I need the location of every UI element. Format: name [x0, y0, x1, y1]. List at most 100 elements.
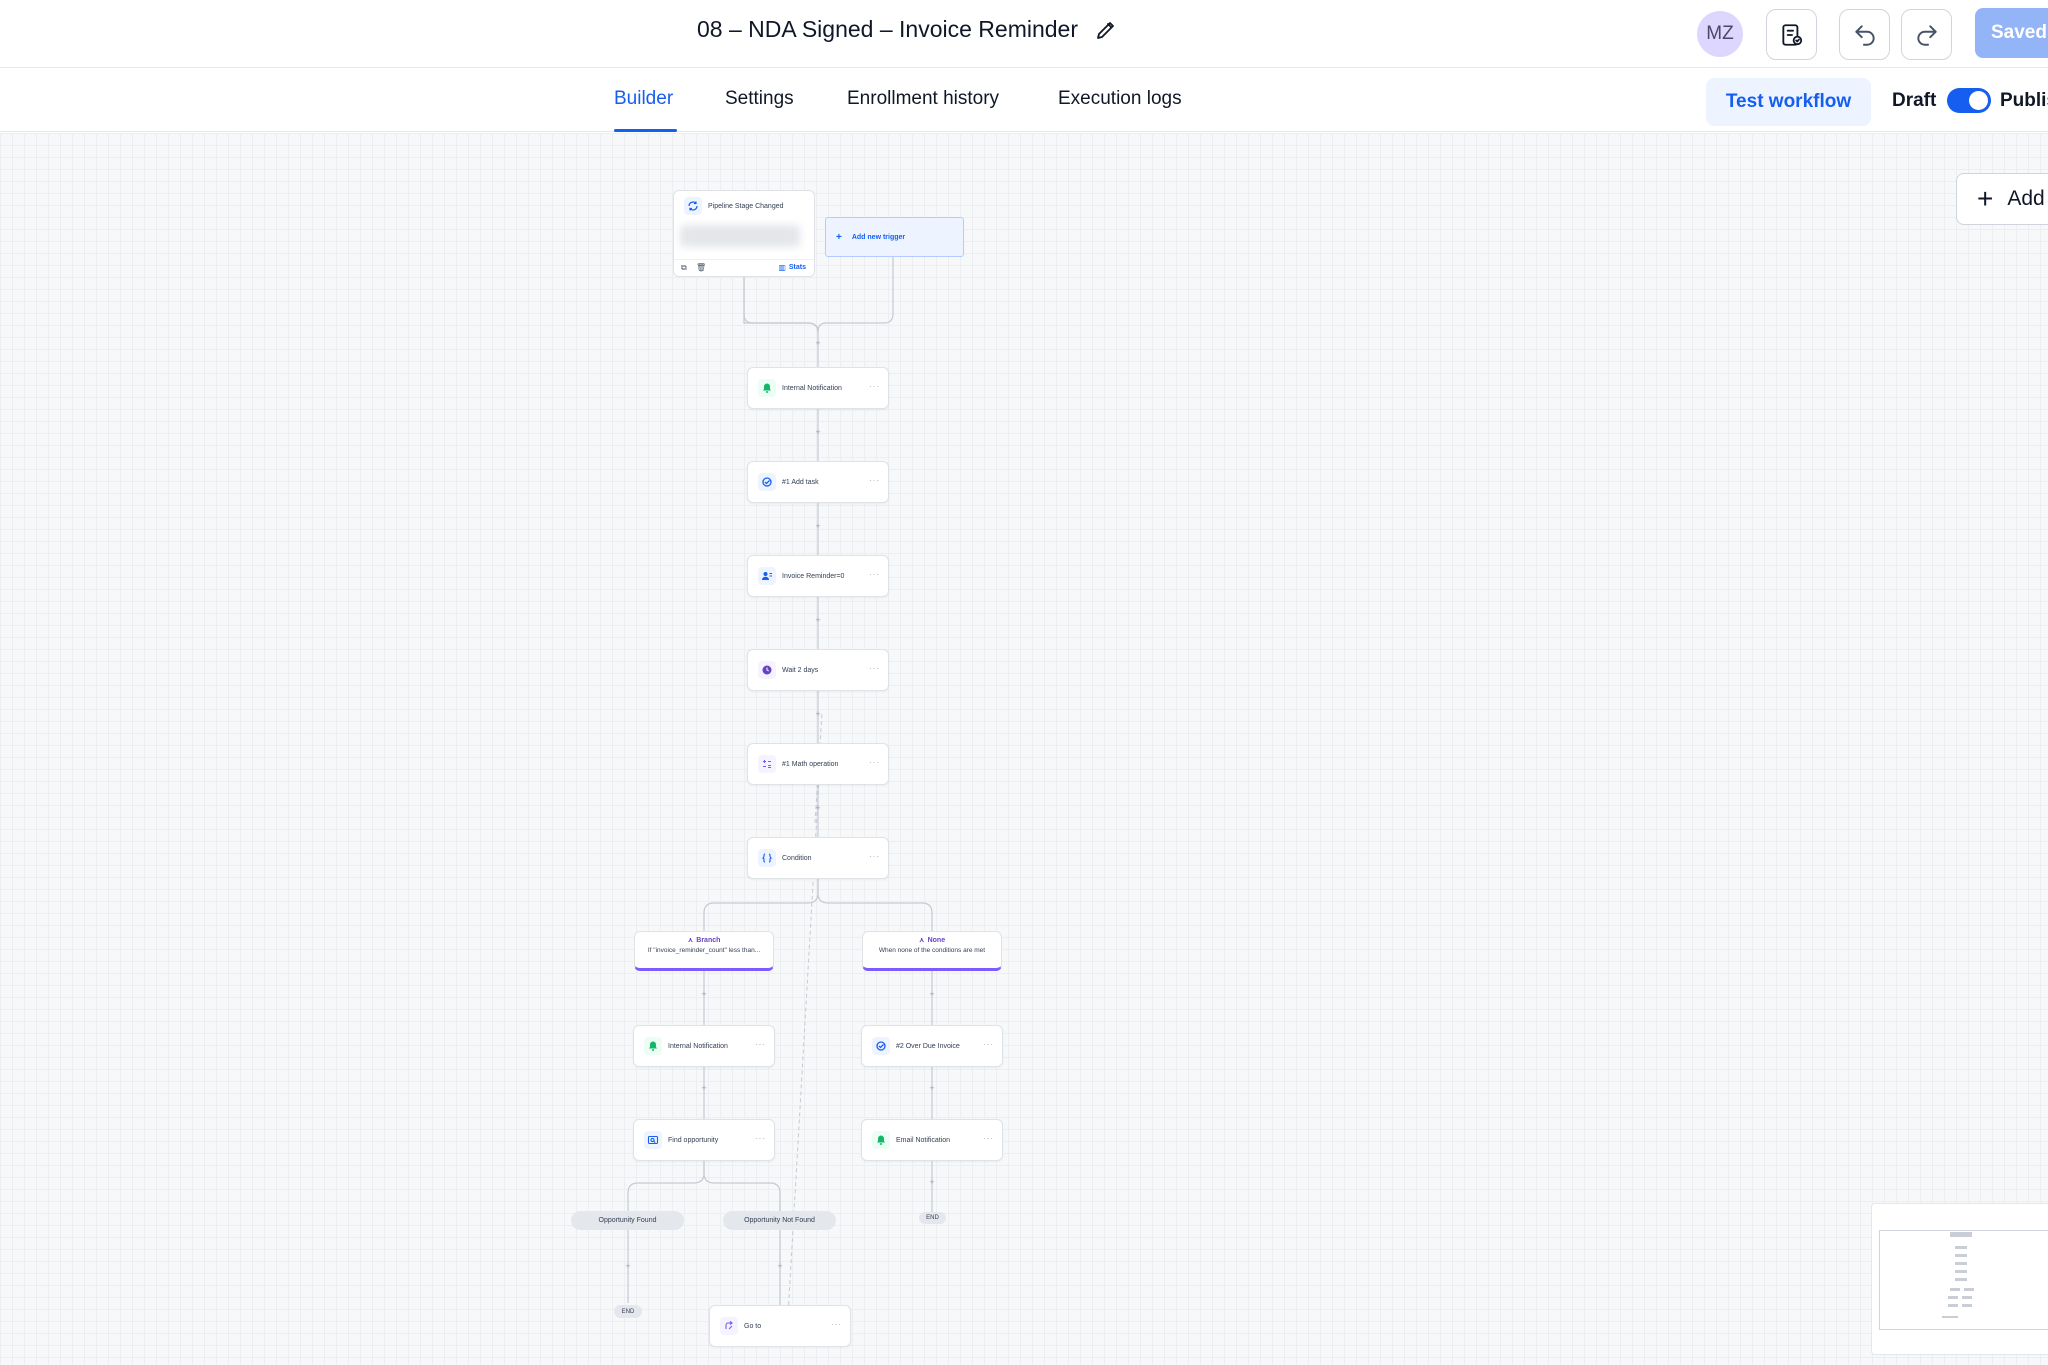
more-options-icon[interactable]: ···	[755, 1040, 766, 1049]
outcome-opportunity-not-found[interactable]: Opportunity Not Found	[723, 1211, 836, 1230]
toggle-knob	[1969, 91, 1988, 110]
node-email-notification[interactable]: Email Notification ···	[861, 1119, 1003, 1161]
node-label: #1 Math operation	[782, 760, 839, 768]
plus-icon: +	[1977, 183, 1994, 214]
tab-execution-logs[interactable]: Execution logs	[1058, 88, 1182, 110]
node-wait[interactable]: Wait 2 days ···	[747, 649, 889, 691]
outcome-opportunity-found[interactable]: Opportunity Found	[571, 1211, 684, 1230]
node-add-task[interactable]: #1 Add task ···	[747, 461, 889, 503]
branch-name: None	[927, 936, 946, 944]
svg-text:+: +	[815, 521, 820, 531]
copy-icon[interactable]: ⧉	[681, 263, 687, 273]
svg-text:+: +	[625, 1261, 630, 1271]
more-options-icon[interactable]: ···	[983, 1134, 994, 1143]
top-header: 08 – NDA Signed – Invoice Reminder MZ Sa…	[0, 0, 2048, 68]
node-label: Condition	[782, 854, 812, 862]
avatar[interactable]: MZ	[1697, 11, 1743, 57]
node-label: Email Notification	[896, 1136, 951, 1144]
svg-text:+: +	[815, 427, 820, 437]
node-over-due-invoice[interactable]: #2 Over Due Invoice ···	[861, 1025, 1003, 1067]
node-label: #1 Add task	[782, 478, 819, 486]
minimap[interactable]	[1871, 1203, 2048, 1355]
publish-label: Publish	[2000, 90, 2048, 111]
node-internal-notification-branch[interactable]: Internal Notification ···	[633, 1025, 775, 1067]
bar-chart-icon: ▥	[778, 263, 786, 272]
trigger-card[interactable]: Pipeline Stage Changed ⧉ 🗑 ▥ Stats	[673, 190, 815, 277]
search-record-icon	[644, 1131, 662, 1149]
branch-title: ⋏ None	[863, 936, 1001, 945]
tabs-bar: Builder Settings Enrollment history Exec…	[0, 68, 2048, 132]
node-math-operation[interactable]: #1 Math operation ···	[747, 743, 889, 785]
branch-card[interactable]: ⋏ Branch If "invoice_reminder_count" les…	[634, 931, 774, 971]
bell-icon	[758, 379, 776, 397]
saved-button[interactable]: Saved	[1975, 8, 2048, 58]
node-find-opportunity[interactable]: Find opportunity ···	[633, 1119, 775, 1161]
branch-description: When none of the conditions are met	[878, 947, 986, 954]
node-label: Find opportunity	[668, 1136, 719, 1144]
svg-text:+: +	[815, 338, 820, 348]
node-label: Internal Notification	[782, 384, 842, 392]
branch-icon: ⋏	[918, 937, 925, 944]
end-marker: END	[614, 1305, 642, 1318]
svg-text:+: +	[815, 803, 820, 813]
more-options-icon[interactable]: ···	[869, 758, 880, 767]
goto-icon	[720, 1317, 738, 1335]
add-element-button[interactable]: + Add	[1956, 173, 2048, 225]
connector-lines: + + + + + + + + + + + + +	[625, 257, 935, 1334]
more-options-icon[interactable]: ···	[983, 1040, 994, 1049]
none-branch-card[interactable]: ⋏ None When none of the conditions are m…	[862, 931, 1002, 971]
trash-icon[interactable]: 🗑	[696, 263, 706, 272]
more-options-icon[interactable]: ···	[755, 1134, 766, 1143]
publish-toggle[interactable]	[1947, 88, 1991, 113]
contact-field-icon	[758, 567, 776, 585]
plus-icon: +	[836, 231, 842, 243]
svg-text:+: +	[701, 989, 706, 999]
branch-description: If "invoice_reminder_count" less than...	[647, 947, 761, 954]
workflow-title[interactable]: 08 – NDA Signed – Invoice Reminder	[697, 16, 1118, 43]
workflow-canvas[interactable]: + + + + + + + + + + + + + + Add Pipeline…	[0, 133, 2048, 1365]
branch-title: ⋏ Branch	[635, 936, 773, 945]
node-label: Go to	[744, 1322, 762, 1330]
svg-text:+: +	[815, 709, 820, 719]
add-element-label: Add	[2007, 187, 2045, 210]
checklist-icon	[1781, 23, 1802, 46]
tab-builder[interactable]: Builder	[614, 88, 673, 110]
node-go-to[interactable]: Go to ···	[709, 1305, 851, 1347]
more-options-icon[interactable]: ···	[869, 570, 880, 579]
task-check-icon	[872, 1037, 890, 1055]
tab-enrollment-history[interactable]: Enrollment history	[847, 88, 999, 110]
redo-icon	[1916, 24, 1937, 46]
svg-text:+: +	[777, 1261, 782, 1271]
add-new-trigger-button[interactable]: + Add new trigger	[825, 217, 964, 257]
node-label: #2 Over Due Invoice	[896, 1042, 960, 1050]
test-workflow-button[interactable]: Test workflow	[1706, 78, 1871, 126]
active-tab-indicator	[614, 129, 677, 132]
svg-text:+: +	[929, 989, 934, 999]
svg-text:+: +	[701, 1083, 706, 1093]
node-internal-notification[interactable]: Internal Notification ···	[747, 367, 889, 409]
trigger-label: Pipeline Stage Changed	[708, 202, 784, 210]
math-icon	[758, 755, 776, 773]
node-label: Wait 2 days	[782, 666, 819, 674]
redo-button[interactable]	[1901, 9, 1952, 60]
stats-label: Stats	[788, 264, 806, 271]
bell-icon	[872, 1131, 890, 1149]
workflow-notes-button[interactable]	[1766, 9, 1817, 60]
pencil-icon[interactable]	[1094, 18, 1118, 42]
task-check-icon	[758, 473, 776, 491]
tab-settings[interactable]: Settings	[725, 88, 794, 110]
undo-button[interactable]	[1839, 9, 1890, 60]
node-invoice-reminder[interactable]: Invoice Reminder=0 ···	[747, 555, 889, 597]
bell-icon	[644, 1037, 662, 1055]
branch-icon: ⋏	[687, 937, 694, 944]
more-options-icon[interactable]: ···	[869, 852, 880, 861]
more-options-icon[interactable]: ···	[869, 664, 880, 673]
stats-link[interactable]: ▥ Stats	[778, 263, 806, 272]
more-options-icon[interactable]: ···	[869, 476, 880, 485]
node-label: Internal Notification	[668, 1042, 728, 1050]
end-marker: END	[919, 1212, 946, 1224]
draft-label: Draft	[1892, 90, 1937, 111]
node-condition[interactable]: Condition ···	[747, 837, 889, 879]
more-options-icon[interactable]: ···	[869, 382, 880, 391]
more-options-icon[interactable]: ···	[831, 1320, 842, 1329]
